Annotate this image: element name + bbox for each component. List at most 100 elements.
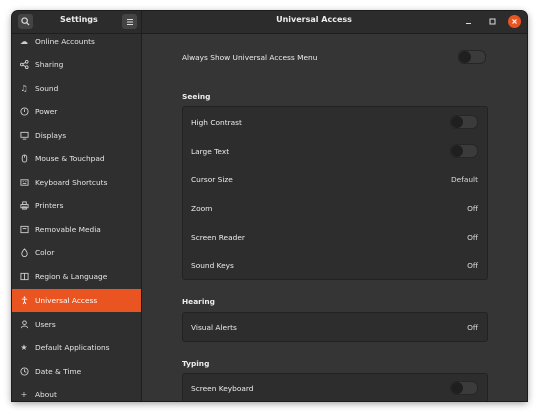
visual-alerts-value: Off <box>467 322 478 332</box>
search-button[interactable] <box>18 14 33 29</box>
visual-alerts-row[interactable]: Visual Alerts Off <box>183 313 487 341</box>
large-text-label: Large Text <box>191 146 230 156</box>
switch-knob <box>451 382 463 394</box>
sidebar-item-removable-media[interactable]: Removable Media <box>12 218 141 241</box>
sidebar-item-sound[interactable]: ♫ Sound <box>12 77 141 100</box>
typing-heading: Typing <box>182 359 210 368</box>
sidebar-title: Settings <box>60 15 98 24</box>
sidebar-item-label: Displays <box>35 131 67 140</box>
cursor-size-row[interactable]: Cursor Size Default <box>183 165 487 193</box>
high-contrast-label: High Contrast <box>191 117 242 127</box>
hearing-heading: Hearing <box>182 297 215 306</box>
sidebar-item-displays[interactable]: Displays <box>12 124 141 147</box>
sidebar-item-label: Power <box>35 107 58 116</box>
sidebar-item-printers[interactable]: Printers <box>12 194 141 217</box>
typing-group: Screen Keyboard <box>182 373 488 401</box>
sidebar-header: Settings <box>12 11 142 33</box>
sidebar-item-label: About <box>35 390 57 399</box>
cursor-size-label: Cursor Size <box>191 174 233 184</box>
always-show-switch[interactable] <box>458 50 486 64</box>
sidebar-item-label: Default Applications <box>35 343 110 352</box>
zoom-row[interactable]: Zoom Off <box>183 194 487 222</box>
display-icon <box>19 131 29 141</box>
high-contrast-switch[interactable] <box>450 115 478 129</box>
screen-reader-label: Screen Reader <box>191 232 245 242</box>
printer-icon <box>19 201 29 211</box>
screen-keyboard-label: Screen Keyboard <box>191 383 254 393</box>
sidebar-item-label: Users <box>35 320 56 329</box>
zoom-label: Zoom <box>191 203 213 213</box>
region-icon <box>19 272 29 282</box>
sidebar-item-universal-access[interactable]: Universal Access <box>12 289 141 312</box>
seeing-heading: Seeing <box>182 92 211 101</box>
share-icon <box>19 60 29 70</box>
sidebar-item-label: Removable Media <box>35 225 101 234</box>
close-icon <box>512 19 517 24</box>
sidebar-item-label: Printers <box>35 201 64 210</box>
hearing-group: Visual Alerts Off <box>182 312 488 342</box>
sidebar-item-label: Sharing <box>35 60 64 69</box>
sidebar-item-label: Keyboard Shortcuts <box>35 178 108 187</box>
sidebar-item-label: Date & Time <box>35 367 82 376</box>
keyboard-icon <box>19 178 29 188</box>
sidebar: ☁ Online Accounts Sharing ♫ Sound Power … <box>12 34 142 401</box>
menu-button[interactable] <box>122 14 137 29</box>
always-show-row[interactable]: Always Show Universal Access Menu <box>182 46 486 68</box>
media-icon <box>19 225 29 235</box>
close-button[interactable] <box>508 15 521 28</box>
settings-window: Settings Universal Access ☁ Online Accou… <box>12 11 527 401</box>
sidebar-item-color[interactable]: Color <box>12 241 141 264</box>
sidebar-item-date-time[interactable]: Date & Time <box>12 360 141 383</box>
sidebar-item-label: Universal Access <box>35 296 98 305</box>
screen-keyboard-row[interactable]: Screen Keyboard <box>183 374 487 401</box>
plus-icon: + <box>20 390 28 399</box>
sidebar-item-label: Region & Language <box>35 272 108 281</box>
sidebar-item-default-applications[interactable]: ★ Default Applications <box>12 336 141 359</box>
minimize-button[interactable] <box>462 15 475 28</box>
screen-keyboard-switch[interactable] <box>450 381 478 395</box>
cursor-size-value: Default <box>450 174 478 184</box>
sidebar-item-label: Sound <box>35 84 59 93</box>
sidebar-item-sharing[interactable]: Sharing <box>12 53 141 76</box>
maximize-icon <box>489 18 496 25</box>
sidebar-item-about[interactable]: + About <box>12 383 141 401</box>
star-icon: ★ <box>20 343 28 352</box>
minimize-icon <box>466 23 471 24</box>
sidebar-item-mouse-touchpad[interactable]: Mouse & Touchpad <box>12 147 141 170</box>
sound-keys-value: Off <box>467 260 478 270</box>
user-icon <box>19 320 29 330</box>
sidebar-item-users[interactable]: Users <box>12 313 141 336</box>
sidebar-item-label: Mouse & Touchpad <box>35 154 105 163</box>
main-panel: Always Show Universal Access Menu Seeing… <box>142 34 527 401</box>
maximize-button[interactable] <box>486 15 499 28</box>
large-text-row[interactable]: Large Text <box>183 137 487 165</box>
switch-knob <box>459 51 471 63</box>
title-bar: Settings Universal Access <box>12 11 527 34</box>
sidebar-item-label: Online Accounts <box>35 37 95 46</box>
sound-keys-label: Sound Keys <box>191 260 234 270</box>
seeing-group: High Contrast Large Text Cursor Size Def… <box>182 106 488 280</box>
screen-reader-value: Off <box>467 232 478 242</box>
sound-keys-row[interactable]: Sound Keys Off <box>183 251 487 279</box>
cloud-icon: ☁ <box>20 37 28 46</box>
hamburger-icon <box>126 18 133 25</box>
screen-reader-row[interactable]: Screen Reader Off <box>183 223 487 251</box>
sidebar-item-region-language[interactable]: Region & Language <box>12 265 141 288</box>
music-note-icon: ♫ <box>20 84 28 93</box>
switch-knob <box>451 116 463 128</box>
accessibility-icon <box>19 296 29 306</box>
sidebar-item-power[interactable]: Power <box>12 100 141 123</box>
visual-alerts-label: Visual Alerts <box>191 322 237 332</box>
sidebar-item-online-accounts[interactable]: ☁ Online Accounts <box>12 34 141 53</box>
switch-knob <box>451 145 463 157</box>
high-contrast-row[interactable]: High Contrast <box>183 108 487 136</box>
color-icon <box>19 248 29 258</box>
always-show-label: Always Show Universal Access Menu <box>182 52 318 62</box>
mouse-icon <box>19 154 29 164</box>
power-icon <box>19 107 29 117</box>
sidebar-item-label: Color <box>35 248 55 257</box>
sidebar-item-keyboard-shortcuts[interactable]: Keyboard Shortcuts <box>12 171 141 194</box>
search-icon <box>21 17 30 26</box>
clock-icon <box>19 367 29 377</box>
large-text-switch[interactable] <box>450 144 478 158</box>
